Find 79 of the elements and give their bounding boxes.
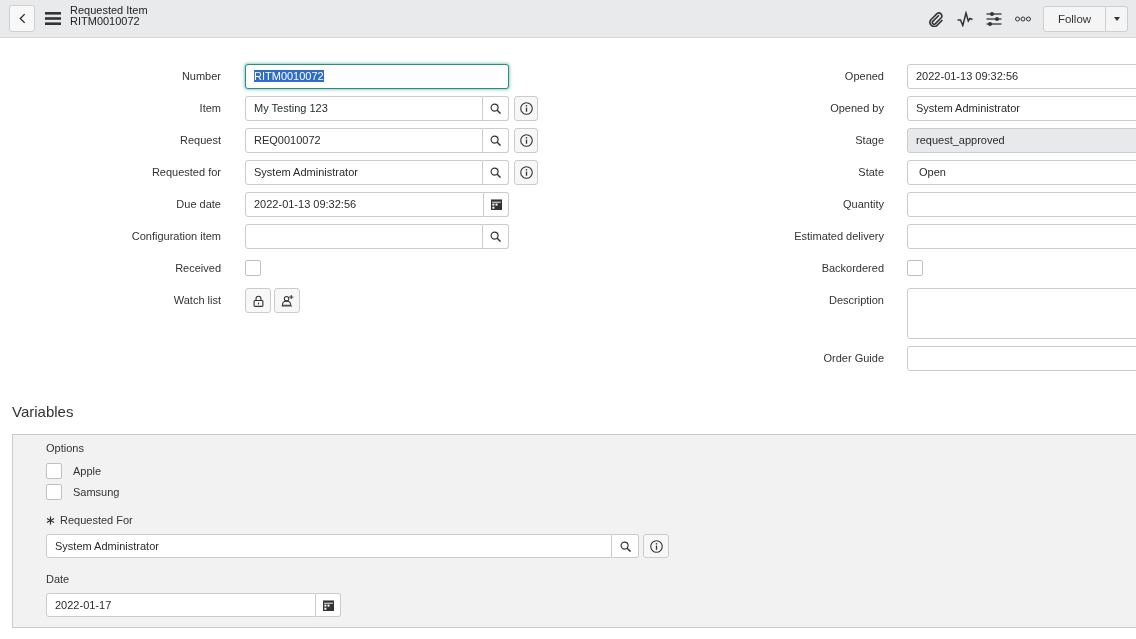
- menu-icon[interactable]: [45, 12, 61, 25]
- info-button[interactable]: [643, 534, 669, 558]
- field-label: Description: [828, 293, 884, 308]
- search-icon: [619, 540, 631, 552]
- checkbox[interactable]: [907, 260, 923, 276]
- field-label: Configuration item: [131, 229, 221, 244]
- reference-field[interactable]: REQ0010072: [245, 128, 483, 153]
- field-label: Stage: [855, 133, 884, 148]
- search-icon: [490, 135, 501, 146]
- variable-label: Requested For: [60, 513, 133, 527]
- add-user-icon: [280, 294, 294, 307]
- field-label: Request: [180, 133, 221, 148]
- info-icon: [649, 539, 663, 553]
- paperclip-icon[interactable]: [928, 10, 944, 27]
- calendar-icon: [322, 599, 334, 611]
- search-button[interactable]: [483, 128, 509, 153]
- text-field[interactable]: [907, 224, 1136, 249]
- add-user-button[interactable]: [274, 288, 300, 313]
- field-label: Order Guide: [823, 351, 884, 366]
- field-label: Watch list: [173, 293, 221, 308]
- calendar-button[interactable]: [484, 192, 509, 217]
- text-field[interactable]: [907, 192, 1136, 217]
- search-icon: [490, 231, 501, 242]
- info-button[interactable]: [514, 160, 538, 185]
- search-button[interactable]: [483, 224, 509, 249]
- select-field[interactable]: Open: [907, 160, 1136, 185]
- info-button[interactable]: [514, 128, 538, 153]
- back-button[interactable]: [9, 5, 35, 32]
- text-field[interactable]: request_approved: [907, 128, 1136, 153]
- info-button[interactable]: [514, 96, 538, 121]
- variable-label: Options: [46, 441, 84, 455]
- calendar-icon: [490, 199, 502, 210]
- field-label: State: [858, 165, 884, 180]
- reference-field[interactable]: [245, 224, 483, 249]
- lock-icon: [252, 294, 264, 307]
- date-field[interactable]: 2022-01-13 09:32:56: [245, 192, 484, 217]
- reference-field[interactable]: My Testing 123: [245, 96, 483, 121]
- follow-button[interactable]: Follow: [1043, 5, 1106, 32]
- section-title: Variables: [12, 402, 75, 422]
- option-label: Apple: [73, 464, 102, 479]
- text-field[interactable]: 2022-01-13 09:32:56: [907, 64, 1136, 89]
- lock-button[interactable]: [245, 288, 271, 313]
- field-label: Opened by: [830, 101, 884, 116]
- info-icon: [519, 102, 533, 115]
- field-label: Estimated delivery: [794, 229, 884, 244]
- reference-field[interactable]: System Administrator: [46, 534, 612, 558]
- field-label: Opened: [844, 69, 884, 84]
- sliders-icon[interactable]: [986, 10, 1002, 27]
- info-icon: [519, 166, 533, 179]
- caret-icon: [1113, 16, 1120, 21]
- field-label: Received: [175, 261, 221, 276]
- checkbox[interactable]: [46, 463, 62, 479]
- search-icon: [490, 103, 501, 114]
- record-number: RITM0010072: [70, 16, 141, 27]
- search-button[interactable]: [483, 160, 509, 185]
- info-icon: [519, 134, 533, 147]
- field-label: Requested for: [151, 165, 221, 180]
- variable-label: Date: [46, 572, 70, 586]
- record-title: Requested Item: [70, 5, 148, 16]
- search-icon: [490, 167, 501, 178]
- text-field[interactable]: RITM0010072: [245, 64, 509, 89]
- checkbox[interactable]: [245, 260, 261, 276]
- back-chevron-icon: [18, 13, 26, 24]
- option-label: Samsung: [73, 485, 120, 500]
- text-field[interactable]: [907, 346, 1136, 371]
- reference-field[interactable]: System Administrator: [245, 160, 483, 185]
- field-label: Backordered: [821, 261, 884, 276]
- calendar-button[interactable]: [316, 593, 341, 617]
- text-field[interactable]: System Administrator: [907, 96, 1136, 121]
- field-label: Number: [181, 69, 221, 84]
- search-button[interactable]: [483, 96, 509, 121]
- field-label: Quantity: [843, 197, 884, 212]
- pulse-icon[interactable]: [957, 10, 973, 27]
- more-icon[interactable]: [1015, 15, 1031, 22]
- search-button[interactable]: [612, 534, 639, 558]
- field-label: Due date: [176, 197, 221, 212]
- checkbox[interactable]: [46, 484, 62, 500]
- date-field[interactable]: 2022-01-17: [46, 593, 316, 617]
- field-label: Item: [199, 101, 221, 116]
